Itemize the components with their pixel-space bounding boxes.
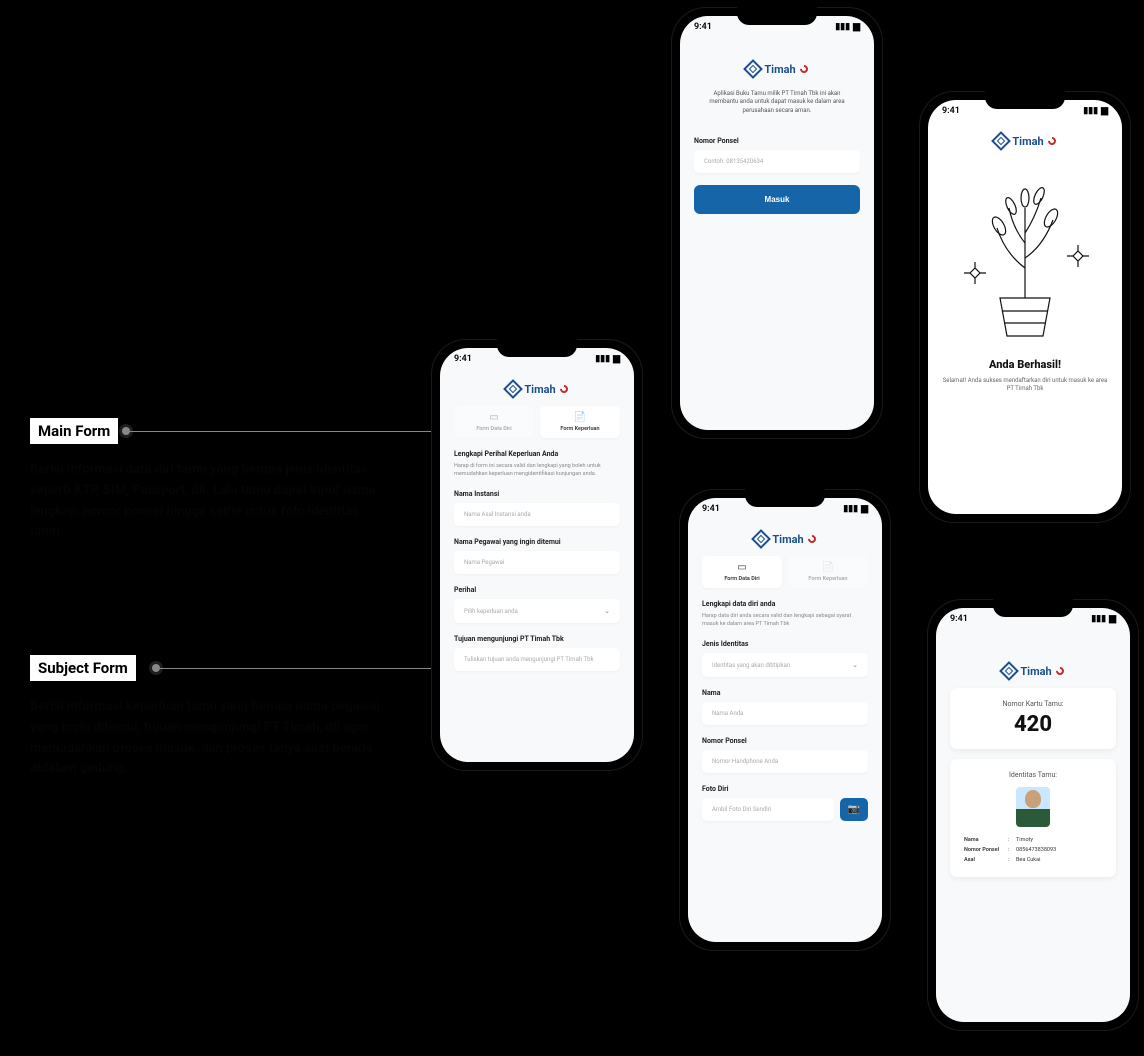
brand-logo: Timah <box>936 664 1130 678</box>
guest-identity-label: Identitas Tamu: <box>960 771 1106 779</box>
phone-login-screen: 9:41 ▮▮▮▆ Timah Aplikasi Buku Tamu milik… <box>672 8 882 438</box>
annotation-subject-form-title: Subject Form <box>30 655 136 681</box>
id-card-icon: ▭ <box>489 412 498 423</box>
logo-ring-icon <box>798 63 809 74</box>
phone-guest-card-screen: 9:41 ▮▮▮▆ Timah Nomor Kartu Tamu: 420 Id… <box>928 600 1138 1030</box>
camera-button[interactable]: 📷 <box>840 798 868 821</box>
tab-form-keperluan[interactable]: 📄 Form Keperluan <box>540 406 620 438</box>
annotation-main-form-body: Berisi informasi data diri tamu yang ber… <box>30 460 390 543</box>
photo-label: Foto Diri <box>702 785 868 793</box>
login-submit-button[interactable]: Masuk <box>694 185 860 214</box>
plant-illustration <box>955 168 1095 348</box>
brand-logo: Timah <box>928 134 1122 148</box>
camera-icon: 📷 <box>848 804 860 815</box>
tab-form-keperluan[interactable]: 📄 Form Keperluan <box>788 556 868 588</box>
success-subtext: Selamat! Anda sukses mendaftarkan diri u… <box>928 371 1122 394</box>
status-time: 9:41 <box>702 504 720 514</box>
annotation-dot <box>152 664 160 672</box>
name-label: Nama <box>702 689 868 697</box>
logo-diamond-icon <box>999 661 1019 681</box>
logo-ring-icon <box>558 383 569 394</box>
section-subtext: Harap di form ini secara valid dan lengk… <box>454 463 620 478</box>
logo-diamond-icon <box>743 59 763 79</box>
brand-logo: Timah <box>440 382 634 396</box>
phone-input[interactable]: Nomor Handphone Anda <box>702 750 868 773</box>
tab-form-data-diri[interactable]: ▭ Form Data Diri <box>702 556 782 588</box>
status-icons: ▮▮▮▆ <box>835 22 860 32</box>
section-heading: Lengkapi Perihal Keperluan Anda <box>454 450 620 458</box>
status-time: 9:41 <box>694 22 712 32</box>
logo-ring-icon <box>1046 135 1057 146</box>
annotation-subject-form-body: Berisi informasi keperluan tamu yang ber… <box>30 697 390 780</box>
section-heading: Lengkapi data diri anda <box>702 600 868 608</box>
guest-number-value: 420 <box>960 712 1106 737</box>
identity-row-name: Nama: Timoty <box>960 835 1106 845</box>
id-type-select[interactable]: Identitas yang akan dititipkan ⌄ <box>702 653 868 677</box>
phone-form-keperluan-screen: 9:41 ▮▮▮▆ Timah ▭ Form Data Diri 📄 Form … <box>432 340 642 770</box>
document-icon: 📄 <box>574 412 586 423</box>
logo-text: Timah <box>764 63 795 76</box>
guest-identity-card: Identitas Tamu: Nama: Timoty Nomor Ponse… <box>950 759 1116 877</box>
status-time: 9:41 <box>950 614 968 624</box>
logo-diamond-icon <box>991 131 1011 151</box>
status-icons: ▮▮▮▆ <box>1083 106 1108 116</box>
logo-text: Timah <box>524 383 555 396</box>
document-icon: 📄 <box>822 562 834 573</box>
perihal-label: Perihal <box>454 586 620 594</box>
tujuan-input[interactable]: Tuliskan tujuan anda mengunjungi PT Tima… <box>454 648 620 671</box>
phone-form-data-diri-screen: 9:41 ▮▮▮▆ Timah ▭ Form Data Diri 📄 Form … <box>680 490 890 950</box>
success-heading: Anda Berhasil! <box>928 358 1122 371</box>
logo-diamond-icon <box>503 379 523 399</box>
status-icons: ▮▮▮▆ <box>843 504 868 514</box>
chevron-down-icon: ⌄ <box>852 661 858 669</box>
name-input[interactable]: Nama Anda <box>702 702 868 725</box>
status-icons: ▮▮▮▆ <box>1091 614 1116 624</box>
status-time: 9:41 <box>454 354 472 364</box>
logo-ring-icon <box>806 533 817 544</box>
annotation-connector-line <box>160 668 440 669</box>
id-type-label: Jenis Identitas <box>702 640 868 648</box>
phone-input[interactable]: Contoh: 08135420634 <box>694 150 860 173</box>
phone-label: Nomor Ponsel <box>702 737 868 745</box>
logo-text: Timah <box>1020 665 1051 678</box>
tab-form-data-diri[interactable]: ▭ Form Data Diri <box>454 406 534 438</box>
chevron-down-icon: ⌄ <box>604 607 610 615</box>
guest-number-label: Nomor Kartu Tamu: <box>960 700 1106 708</box>
logo-text: Timah <box>772 533 803 546</box>
instansi-label: Nama Instansi <box>454 490 620 498</box>
id-card-icon: ▭ <box>737 562 746 573</box>
phone-success-screen: 9:41 ▮▮▮▆ Timah <box>920 92 1130 522</box>
login-intro-text: Aplikasi Buku Tamu milik PT Timah Tbk in… <box>694 90 860 115</box>
section-subtext: Harap data diri anda secara valid dan le… <box>702 613 868 628</box>
logo-diamond-icon <box>751 529 771 549</box>
tujuan-label: Tujuan mengunjungi PT Timah Tbk <box>454 635 620 643</box>
annotation-dot <box>122 427 130 435</box>
status-time: 9:41 <box>942 106 960 116</box>
pegawai-input[interactable]: Nama Pegawai <box>454 551 620 574</box>
identity-row-phone: Nomor Ponsel: 0856473838093 <box>960 845 1106 855</box>
status-icons: ▮▮▮▆ <box>595 354 620 364</box>
pegawai-label: Nama Pegawai yang ingin ditemui <box>454 538 620 546</box>
phone-field-label: Nomor Ponsel <box>694 137 860 145</box>
instansi-input[interactable]: Nama Asal Instansi anda <box>454 503 620 526</box>
guest-number-card: Nomor Kartu Tamu: 420 <box>950 688 1116 749</box>
perihal-select[interactable]: Pilih keperluan anda ⌄ <box>454 599 620 623</box>
brand-logo: Timah <box>680 62 874 76</box>
logo-text: Timah <box>1012 135 1043 148</box>
logo-ring-icon <box>1054 665 1065 676</box>
annotation-main-form-title: Main Form <box>30 418 118 444</box>
brand-logo: Timah <box>688 532 882 546</box>
guest-photo <box>1016 787 1050 827</box>
photo-input[interactable]: Ambil Foto Diri Sendiri <box>702 798 834 821</box>
identity-row-asal: Asal: Bea Cukai <box>960 855 1106 865</box>
